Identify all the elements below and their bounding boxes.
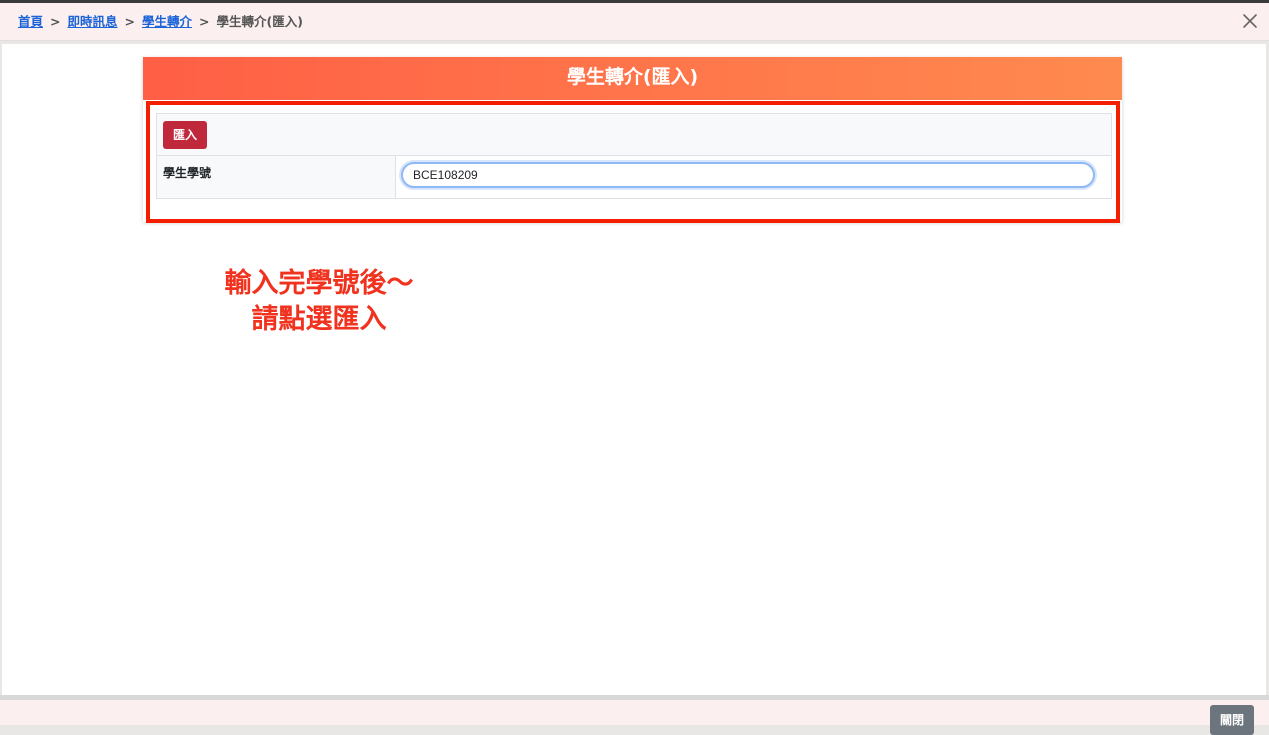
footer-bar: 關閉: [0, 700, 1269, 735]
close-button[interactable]: 關閉: [1210, 705, 1254, 735]
breadcrumb: 首頁 > 即時訊息 > 學生轉介 > 學生轉介(匯入): [18, 11, 303, 30]
header-bar: 首頁 > 即時訊息 > 學生轉介 > 學生轉介(匯入): [0, 3, 1269, 41]
breadcrumb-current: 學生轉介(匯入): [216, 14, 303, 29]
student-id-row: 學生學號: [157, 156, 1111, 198]
breadcrumb-separator: >: [124, 14, 135, 29]
annotation-line-2: 請點選匯入: [251, 304, 387, 335]
import-button[interactable]: 匯入: [163, 121, 207, 149]
student-id-label: 學生學號: [163, 166, 212, 180]
instruction-annotation: 輸入完學號後～ 請點選匯入: [190, 266, 448, 338]
toolbar-row: 匯入: [157, 114, 1111, 156]
breadcrumb-separator: >: [50, 14, 61, 29]
breadcrumb-separator: >: [199, 14, 210, 29]
annotation-line-1: 輸入完學號後～: [224, 268, 414, 299]
import-form-table: 匯入 學生學號: [156, 113, 1112, 199]
close-icon[interactable]: [1240, 11, 1260, 31]
student-id-input[interactable]: [401, 162, 1095, 188]
breadcrumb-link-student-referral[interactable]: 學生轉介: [142, 14, 192, 29]
breadcrumb-link-messages[interactable]: 即時訊息: [68, 14, 118, 29]
breadcrumb-link-home[interactable]: 首頁: [18, 14, 43, 29]
student-id-cell: [396, 156, 1111, 198]
card-title: 學生轉介(匯入): [143, 57, 1122, 100]
